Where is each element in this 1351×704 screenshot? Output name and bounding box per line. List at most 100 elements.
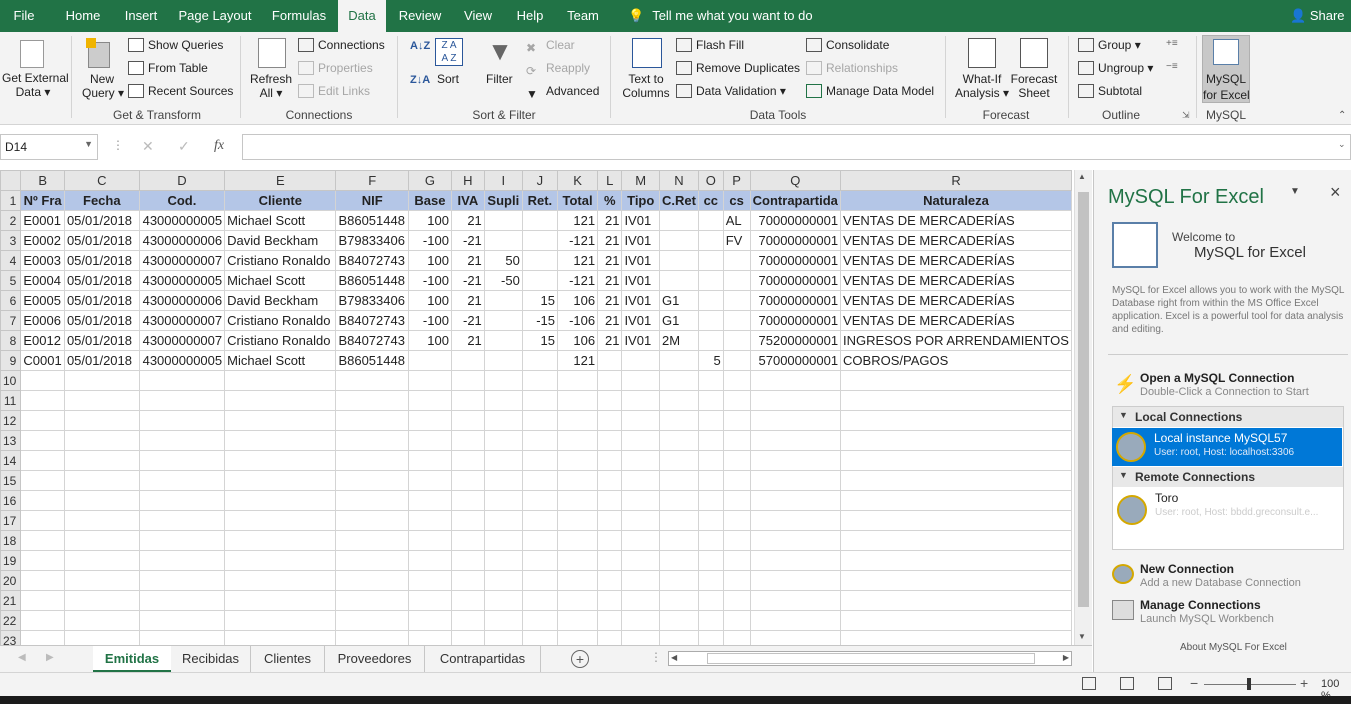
clear-button[interactable]: ✖ Clear xyxy=(526,38,575,55)
column-header[interactable]: I xyxy=(483,170,523,191)
cell[interactable] xyxy=(722,370,751,391)
cell[interactable]: 121 xyxy=(556,250,599,271)
sheet-tab-clientes[interactable]: Clientes xyxy=(251,646,325,672)
cell[interactable] xyxy=(521,390,558,411)
row-header[interactable]: 21 xyxy=(0,590,22,611)
cell[interactable]: 05/01/2018 xyxy=(63,330,140,351)
cell[interactable] xyxy=(521,530,558,551)
horizontal-scrollbar[interactable]: ◀ ▶ xyxy=(668,651,1072,666)
cell[interactable] xyxy=(407,390,452,411)
row-header[interactable]: 6 xyxy=(0,290,22,311)
cell[interactable] xyxy=(63,490,140,511)
cell[interactable] xyxy=(697,310,724,331)
cell[interactable]: 121 xyxy=(556,210,599,231)
cell[interactable] xyxy=(483,570,523,591)
cell[interactable] xyxy=(659,470,699,491)
cell[interactable] xyxy=(597,430,623,451)
sheet-tab-contrapartidas[interactable]: Contrapartidas xyxy=(425,646,541,672)
table-header-cell[interactable]: Contrapartida xyxy=(749,190,842,211)
cell[interactable] xyxy=(138,470,226,491)
cell[interactable] xyxy=(138,510,226,531)
cell[interactable] xyxy=(697,610,724,631)
cell[interactable] xyxy=(749,510,842,531)
cell[interactable] xyxy=(597,570,623,591)
cell[interactable] xyxy=(722,390,751,411)
next-sheet-icon[interactable]: ▶ xyxy=(46,652,54,663)
cell[interactable] xyxy=(597,630,623,645)
cell[interactable] xyxy=(521,450,558,471)
cell[interactable] xyxy=(621,530,660,551)
cell[interactable] xyxy=(556,450,599,471)
sort-button[interactable]: Sort xyxy=(437,72,459,86)
row-header[interactable]: 19 xyxy=(0,550,22,571)
cell[interactable] xyxy=(597,490,623,511)
cell[interactable] xyxy=(749,410,842,431)
cell[interactable] xyxy=(138,530,226,551)
cell[interactable] xyxy=(722,470,751,491)
row-header[interactable]: 7 xyxy=(0,310,22,331)
cell[interactable] xyxy=(63,550,140,571)
cell[interactable] xyxy=(659,630,699,645)
cell[interactable] xyxy=(224,610,337,631)
cell[interactable] xyxy=(20,410,65,431)
cell[interactable]: VENTAS DE MERCADERÍAS xyxy=(840,210,1072,231)
cell[interactable] xyxy=(722,330,751,351)
cell[interactable]: FV xyxy=(722,230,751,251)
cell[interactable]: 43000000007 xyxy=(138,310,226,331)
cell[interactable] xyxy=(722,550,751,571)
row-header[interactable]: 18 xyxy=(0,530,22,551)
cell[interactable] xyxy=(483,310,523,331)
recent-sources-button[interactable]: Recent Sources xyxy=(128,84,233,98)
column-header[interactable]: C xyxy=(63,170,140,191)
properties-button[interactable]: Properties xyxy=(298,61,373,75)
cell[interactable]: -21 xyxy=(450,230,485,251)
connections-button[interactable]: Connections xyxy=(298,38,385,52)
add-sheet-icon[interactable]: + xyxy=(571,650,589,668)
row-header[interactable]: 9 xyxy=(0,350,22,371)
cell[interactable] xyxy=(63,510,140,531)
cell[interactable]: IV01 xyxy=(621,270,660,291)
cell[interactable] xyxy=(20,570,65,591)
cell[interactable]: 05/01/2018 xyxy=(63,270,140,291)
tab-file[interactable]: File xyxy=(6,0,42,32)
cell[interactable] xyxy=(749,370,842,391)
cell[interactable] xyxy=(521,470,558,491)
cell[interactable] xyxy=(20,590,65,611)
cell[interactable] xyxy=(749,450,842,471)
tab-data[interactable]: Data xyxy=(338,0,386,33)
cell[interactable] xyxy=(335,570,409,591)
cell[interactable] xyxy=(722,490,751,511)
local-connections-header[interactable]: ▼ Local Connections xyxy=(1113,407,1343,427)
cell[interactable] xyxy=(138,450,226,471)
cell[interactable] xyxy=(597,530,623,551)
cell[interactable] xyxy=(621,510,660,531)
cell[interactable] xyxy=(697,410,724,431)
row-header[interactable]: 4 xyxy=(0,250,22,271)
cell[interactable] xyxy=(483,350,523,371)
cell[interactable]: IV01 xyxy=(621,250,660,271)
column-header[interactable]: B xyxy=(20,170,65,191)
cell[interactable] xyxy=(138,550,226,571)
about-link[interactable]: About MySQL For Excel xyxy=(1180,642,1287,653)
cell[interactable] xyxy=(521,250,558,271)
cell[interactable] xyxy=(407,510,452,531)
sort-za-button[interactable]: Z↓A xyxy=(410,74,430,86)
cell[interactable] xyxy=(20,430,65,451)
cell[interactable] xyxy=(659,570,699,591)
cell[interactable] xyxy=(20,470,65,491)
cell[interactable] xyxy=(597,470,623,491)
cell[interactable]: COBROS/PAGOS xyxy=(840,350,1072,371)
cell[interactable] xyxy=(722,450,751,471)
cell[interactable] xyxy=(840,390,1072,411)
cell[interactable]: 70000000001 xyxy=(749,290,842,311)
cell[interactable]: 43000000007 xyxy=(138,330,226,351)
cell[interactable]: 70000000001 xyxy=(749,250,842,271)
cell[interactable]: B79833406 xyxy=(335,290,409,311)
cell[interactable] xyxy=(556,630,599,645)
cell[interactable] xyxy=(483,510,523,531)
cell[interactable] xyxy=(597,590,623,611)
sheet-tab-proveedores[interactable]: Proveedores xyxy=(325,646,425,672)
row-header[interactable]: 13 xyxy=(0,430,22,451)
cell[interactable] xyxy=(597,390,623,411)
cell[interactable] xyxy=(450,610,485,631)
